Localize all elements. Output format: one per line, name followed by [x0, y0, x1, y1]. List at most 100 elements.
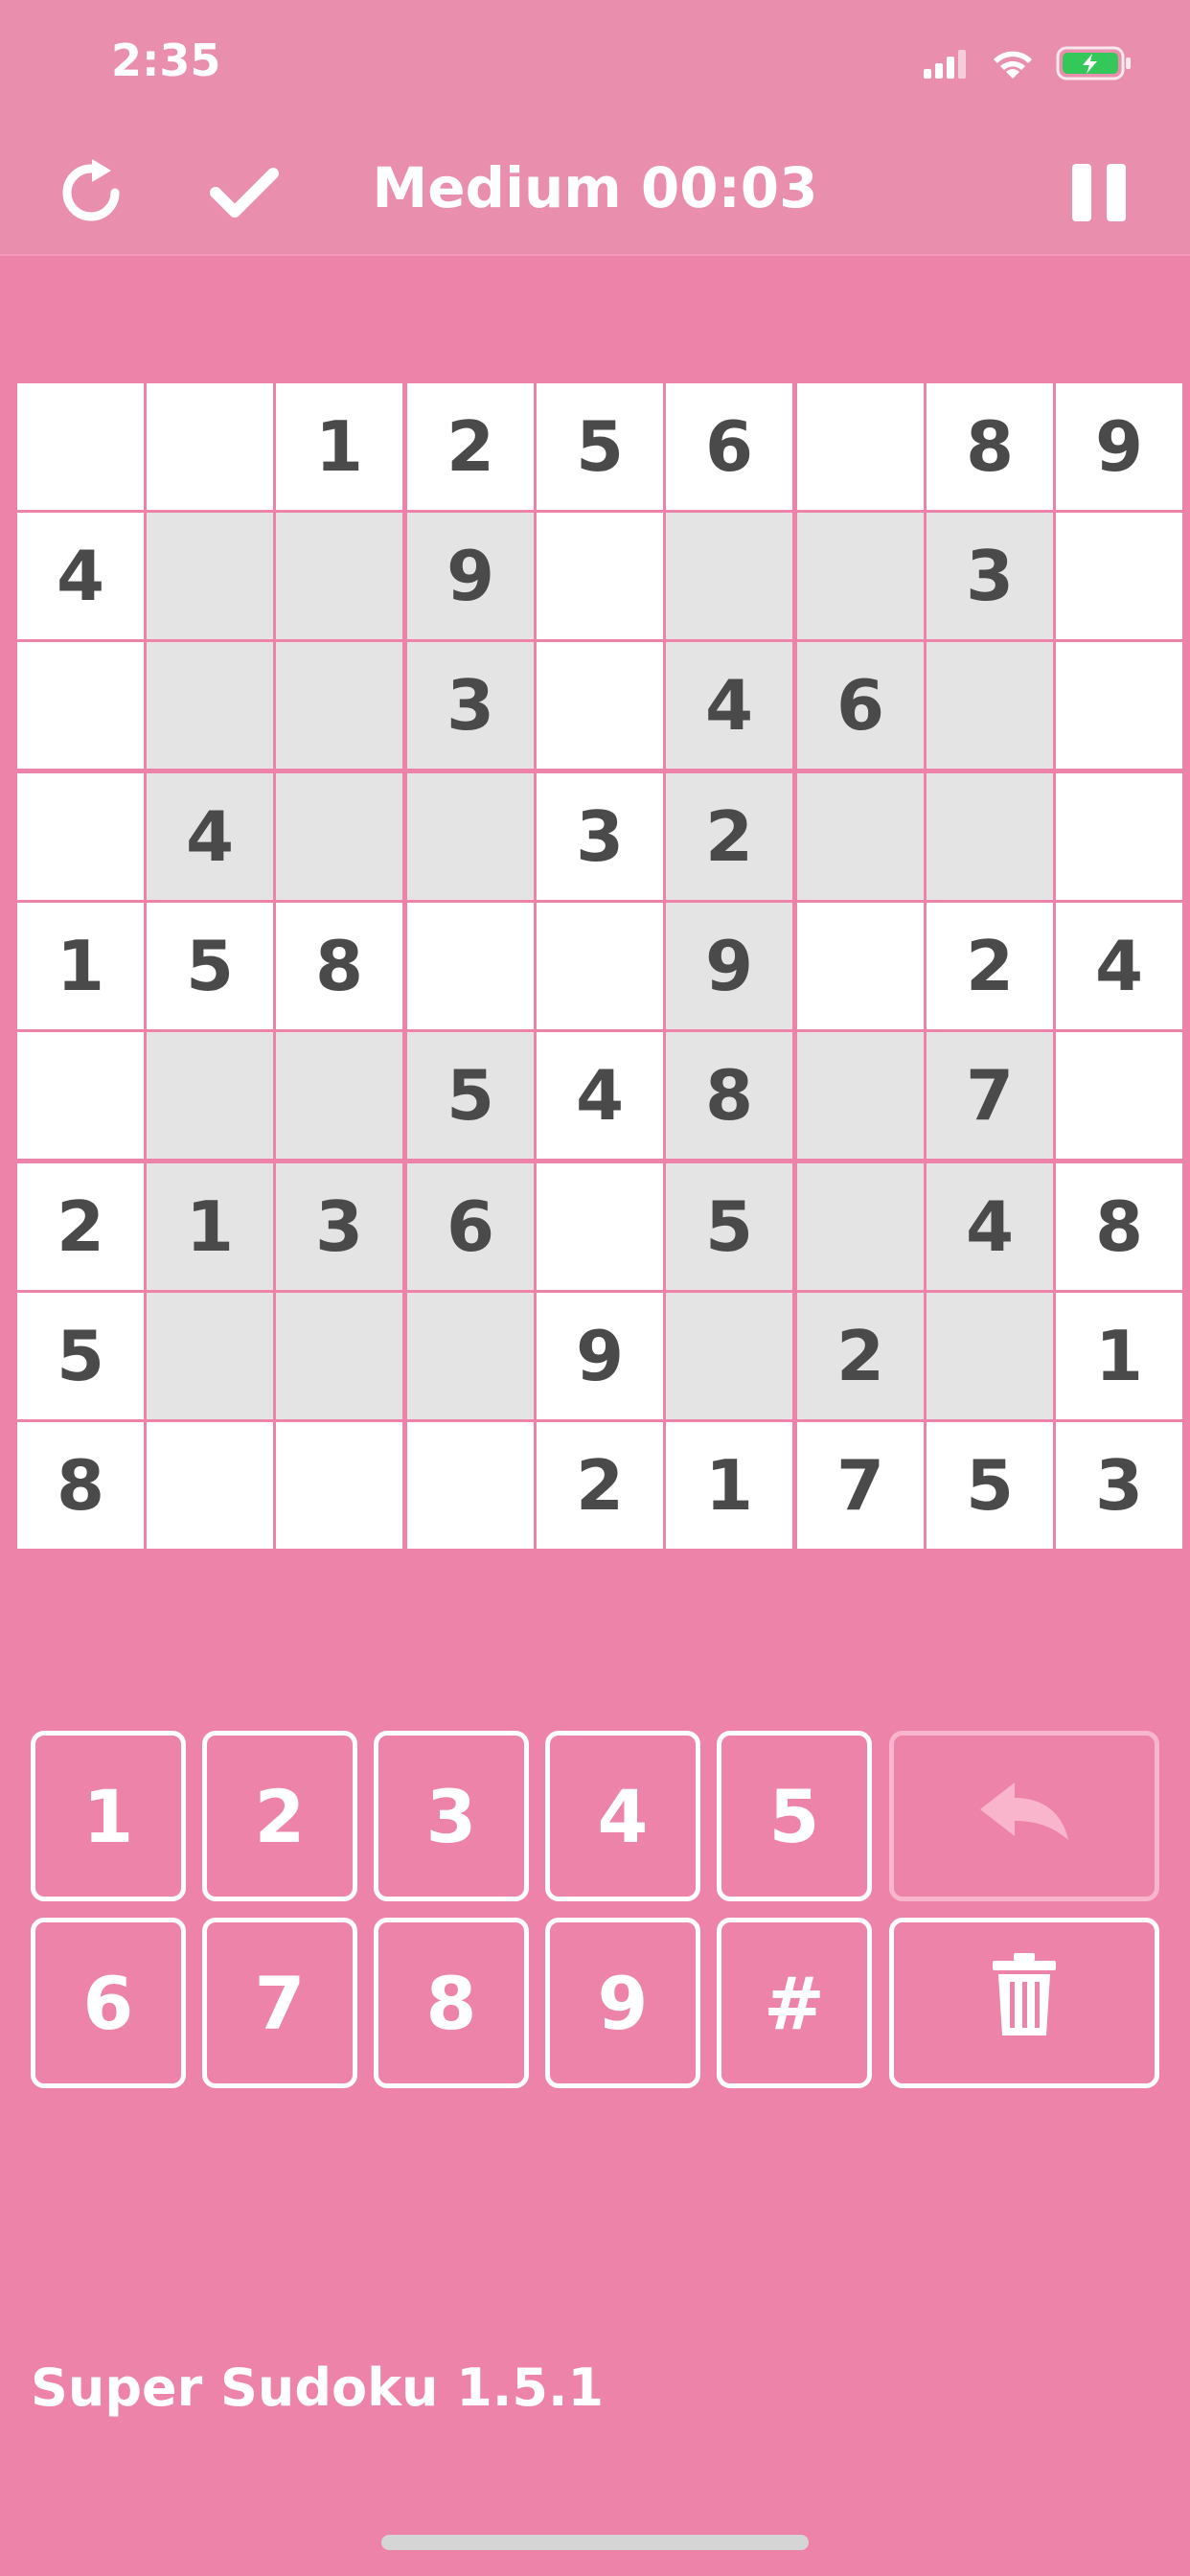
sudoku-cell-r5-c3[interactable]: 8 — [276, 903, 402, 1029]
sudoku-cell-r5-c5[interactable] — [537, 903, 663, 1029]
sudoku-cell-r8-c8[interactable] — [927, 1293, 1053, 1419]
sudoku-cell-r9-c5[interactable]: 2 — [537, 1422, 663, 1549]
sudoku-cell-r7-c7[interactable] — [797, 1163, 924, 1290]
sudoku-cell-r2-c7[interactable] — [797, 513, 924, 639]
sudoku-cell-r8-c4[interactable] — [407, 1293, 534, 1419]
sudoku-cell-r4-c8[interactable] — [927, 773, 1053, 900]
sudoku-cell-r9-c6[interactable]: 1 — [666, 1422, 792, 1549]
key-4[interactable]: 4 — [545, 1731, 700, 1901]
app-version: Super Sudoku 1.5.1 — [31, 2358, 605, 2418]
sudoku-cell-r4-c3[interactable] — [276, 773, 402, 900]
sudoku-cell-r2-c4[interactable]: 9 — [407, 513, 534, 639]
sudoku-cell-r7-c9[interactable]: 8 — [1056, 1163, 1182, 1290]
sudoku-cell-r6-c4[interactable]: 5 — [407, 1032, 534, 1159]
sudoku-cell-r3-c4[interactable]: 3 — [407, 642, 534, 769]
sudoku-cell-r6-c1[interactable] — [17, 1032, 144, 1159]
sudoku-cell-r2-c6[interactable] — [666, 513, 792, 639]
sudoku-cell-r8-c3[interactable] — [276, 1293, 402, 1419]
key-8[interactable]: 8 — [374, 1918, 529, 2088]
sudoku-cell-r5-c4[interactable] — [407, 903, 534, 1029]
signal-icon — [924, 48, 970, 82]
delete-button[interactable] — [889, 1918, 1159, 2088]
sudoku-cell-r4-c7[interactable] — [797, 773, 924, 900]
key-3[interactable]: 3 — [374, 1731, 529, 1901]
sudoku-cell-r7-c8[interactable]: 4 — [927, 1163, 1053, 1290]
sudoku-cell-r9-c2[interactable] — [147, 1422, 273, 1549]
status-bar: 2:35 — [0, 0, 1190, 134]
sudoku-cell-r9-c3[interactable] — [276, 1422, 402, 1549]
sudoku-cell-r8-c5[interactable]: 9 — [537, 1293, 663, 1419]
sudoku-cell-r3-c6[interactable]: 4 — [666, 642, 792, 769]
sudoku-cell-r1-c4[interactable]: 2 — [407, 383, 534, 510]
sudoku-cell-r4-c4[interactable] — [407, 773, 534, 900]
sudoku-cell-r1-c1[interactable] — [17, 383, 144, 510]
sudoku-cell-r3-c5[interactable] — [537, 642, 663, 769]
sudoku-cell-r5-c6[interactable]: 9 — [666, 903, 792, 1029]
key-1[interactable]: 1 — [31, 1731, 186, 1901]
sudoku-cell-r9-c7[interactable]: 7 — [797, 1422, 924, 1549]
sudoku-cell-r9-c8[interactable]: 5 — [927, 1422, 1053, 1549]
sudoku-cell-r3-c8[interactable] — [927, 642, 1053, 769]
sudoku-cell-r6-c5[interactable]: 4 — [537, 1032, 663, 1159]
sudoku-cell-r2-c2[interactable] — [147, 513, 273, 639]
sudoku-cell-r8-c9[interactable]: 1 — [1056, 1293, 1182, 1419]
sudoku-cell-r1-c6[interactable]: 6 — [666, 383, 792, 510]
key-2[interactable]: 2 — [202, 1731, 357, 1901]
sudoku-cell-r4-c9[interactable] — [1056, 773, 1182, 900]
sudoku-cell-r4-c5[interactable]: 3 — [537, 773, 663, 900]
sudoku-cell-r4-c1[interactable] — [17, 773, 144, 900]
sudoku-cell-r4-c6[interactable]: 2 — [666, 773, 792, 900]
sudoku-cell-r4-c2[interactable]: 4 — [147, 773, 273, 900]
pause-button[interactable] — [1056, 151, 1142, 238]
sudoku-cell-r9-c4[interactable] — [407, 1422, 534, 1549]
key-7[interactable]: 7 — [202, 1918, 357, 2088]
sudoku-cell-r1-c3[interactable]: 1 — [276, 383, 402, 510]
sudoku-cell-r6-c7[interactable] — [797, 1032, 924, 1159]
home-indicator — [381, 2535, 809, 2550]
sudoku-cell-r3-c9[interactable] — [1056, 642, 1182, 769]
sudoku-cell-r1-c5[interactable]: 5 — [537, 383, 663, 510]
sudoku-cell-r7-c3[interactable]: 3 — [276, 1163, 402, 1290]
sudoku-cell-r7-c6[interactable]: 5 — [666, 1163, 792, 1290]
sudoku-cell-r9-c1[interactable]: 8 — [17, 1422, 144, 1549]
sudoku-cell-r6-c3[interactable] — [276, 1032, 402, 1159]
sudoku-cell-r7-c5[interactable] — [537, 1163, 663, 1290]
sudoku-cell-r9-c9[interactable]: 3 — [1056, 1422, 1182, 1549]
sudoku-cell-r7-c2[interactable]: 1 — [147, 1163, 273, 1290]
sudoku-cell-r6-c8[interactable]: 7 — [927, 1032, 1053, 1159]
sudoku-cell-r8-c7[interactable]: 2 — [797, 1293, 924, 1419]
sudoku-cell-r1-c9[interactable]: 9 — [1056, 383, 1182, 510]
sudoku-cell-r5-c1[interactable]: 1 — [17, 903, 144, 1029]
sudoku-cell-r2-c9[interactable] — [1056, 513, 1182, 639]
sudoku-cell-r8-c1[interactable]: 5 — [17, 1293, 144, 1419]
sudoku-cell-r3-c1[interactable] — [17, 642, 144, 769]
sudoku-cell-r1-c8[interactable]: 8 — [927, 383, 1053, 510]
undo-button[interactable] — [889, 1731, 1159, 1901]
sudoku-cell-r8-c2[interactable] — [147, 1293, 273, 1419]
sudoku-cell-r8-c6[interactable] — [666, 1293, 792, 1419]
key-9[interactable]: 9 — [545, 1918, 700, 2088]
sudoku-cell-r5-c2[interactable]: 5 — [147, 903, 273, 1029]
sudoku-cell-r3-c3[interactable] — [276, 642, 402, 769]
sudoku-cell-r1-c2[interactable] — [147, 383, 273, 510]
sudoku-cell-r5-c8[interactable]: 2 — [927, 903, 1053, 1029]
notes-button[interactable]: # — [717, 1918, 872, 2088]
sudoku-cell-r6-c6[interactable]: 8 — [666, 1032, 792, 1159]
sudoku-cell-r7-c1[interactable]: 2 — [17, 1163, 144, 1290]
sudoku-cell-r6-c2[interactable] — [147, 1032, 273, 1159]
sudoku-cell-r2-c3[interactable] — [276, 513, 402, 639]
sudoku-cell-r5-c9[interactable]: 4 — [1056, 903, 1182, 1029]
sudoku-cell-r1-c7[interactable] — [797, 383, 924, 510]
sudoku-cell-r3-c2[interactable] — [147, 642, 273, 769]
key-5[interactable]: 5 — [717, 1731, 872, 1901]
sudoku-cell-r3-c7[interactable]: 6 — [797, 642, 924, 769]
key-6[interactable]: 6 — [31, 1918, 186, 2088]
sudoku-cell-r6-c9[interactable] — [1056, 1032, 1182, 1159]
undo-icon — [976, 1774, 1072, 1859]
status-icons — [924, 46, 1133, 84]
sudoku-cell-r2-c5[interactable] — [537, 513, 663, 639]
sudoku-cell-r2-c1[interactable]: 4 — [17, 513, 144, 639]
sudoku-cell-r5-c7[interactable] — [797, 903, 924, 1029]
sudoku-cell-r7-c4[interactable]: 6 — [407, 1163, 534, 1290]
sudoku-cell-r2-c8[interactable]: 3 — [927, 513, 1053, 639]
